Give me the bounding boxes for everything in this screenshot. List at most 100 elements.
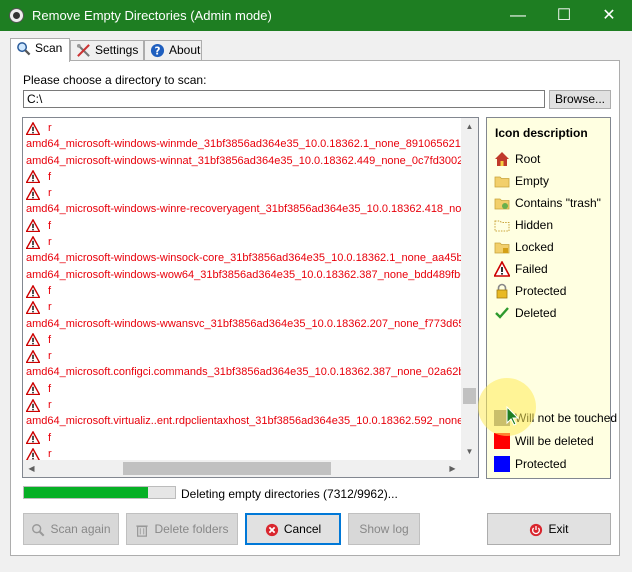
log-line[interactable]: f: [26, 218, 462, 234]
warning-icon: [26, 333, 40, 347]
magnifier-icon: [32, 523, 45, 537]
tab-scan[interactable]: Scan: [10, 38, 70, 62]
scroll-corner: [461, 460, 478, 477]
folder-locked-icon: [494, 242, 510, 254]
warning-icon: [26, 447, 40, 460]
log-line[interactable]: amd64_microsoft-windows-winnat_31bf3856a…: [26, 153, 462, 169]
house-icon: [495, 152, 509, 166]
warning-icon: [26, 431, 40, 445]
log-line-text: amd64_microsoft-windows-winre-recoveryag…: [26, 203, 462, 216]
progress-status-text: Deleting empty directories (7312/9962)..…: [181, 487, 398, 501]
warning-icon: [26, 284, 40, 298]
log-line[interactable]: amd64_microsoft.virtualiz..ent.rdpclient…: [26, 413, 462, 429]
window-title: Remove Empty Directories (Admin mode): [32, 8, 272, 23]
warning-icon: [26, 398, 40, 412]
log-line[interactable]: f: [26, 283, 462, 299]
log-line[interactable]: amd64_microsoft-windows-wwansvc_31bf3856…: [26, 316, 462, 332]
log-line[interactable]: f: [26, 169, 462, 185]
log-line-text: r: [48, 187, 52, 200]
horizontal-scrollbar[interactable]: ◀ ▶: [23, 460, 461, 477]
log-line-text: amd64_microsoft-windows-wwansvc_31bf3856…: [26, 317, 462, 330]
log-line[interactable]: amd64_microsoft-windows-wow64_31bf3856ad…: [26, 267, 462, 283]
log-line-text: r: [48, 350, 52, 363]
horizontal-scroll-thumb[interactable]: [123, 462, 331, 475]
log-line[interactable]: r: [26, 299, 462, 315]
title-bar[interactable]: Remove Empty Directories (Admin mode) — …: [0, 0, 632, 31]
warning-icon: [26, 300, 40, 314]
log-line-text: r: [48, 399, 52, 412]
warning-icon: [26, 121, 40, 135]
log-line[interactable]: f: [26, 332, 462, 348]
log-line-text: amd64_microsoft-windows-winnat_31bf3856a…: [26, 154, 462, 167]
log-line[interactable]: r: [26, 397, 462, 413]
folder-hidden-icon: [494, 220, 510, 232]
legend-title: Icon description: [495, 126, 588, 140]
directory-input[interactable]: [23, 90, 545, 108]
log-line-text: amd64_microsoft.virtualiz..ent.rdpclient…: [26, 415, 462, 428]
log-line-text: r: [48, 447, 52, 460]
maximize-button[interactable]: ☐: [541, 0, 587, 31]
log-line[interactable]: r: [26, 185, 462, 201]
warning-icon: [26, 349, 40, 363]
log-line-text: f: [48, 219, 52, 232]
show-log-button[interactable]: Show log: [348, 513, 420, 545]
cancel-button[interactable]: Cancel: [245, 513, 341, 545]
log-line[interactable]: r: [26, 348, 462, 364]
checkmark-icon: [495, 307, 509, 319]
choose-directory-label: Please choose a directory to scan:: [23, 73, 207, 87]
minimize-button[interactable]: —: [495, 0, 541, 31]
warning-icon: [26, 186, 40, 200]
vertical-scroll-thumb[interactable]: [463, 388, 476, 404]
progress-fill: [24, 487, 149, 498]
exit-button[interactable]: Exit: [487, 513, 611, 545]
scroll-right-arrow-icon[interactable]: ▶: [444, 460, 461, 477]
trash-icon: [136, 525, 149, 537]
vertical-scrollbar[interactable]: ▲ ▼: [461, 118, 478, 460]
warning-icon: [26, 219, 40, 233]
tab-settings[interactable]: Settings: [70, 40, 144, 60]
log-line[interactable]: f: [26, 381, 462, 397]
log-line[interactable]: r: [26, 446, 462, 460]
tools-icon: [76, 43, 90, 57]
log-line-text: f: [48, 170, 52, 183]
warning-icon: [494, 261, 510, 277]
scroll-down-arrow-icon[interactable]: ▼: [461, 443, 478, 460]
folder-empty-icon: [494, 176, 510, 188]
log-line-text: r: [48, 122, 52, 134]
scroll-up-arrow-icon[interactable]: ▲: [461, 118, 478, 135]
log-line-text: amd64_microsoft-windows-winmde_31bf3856a…: [26, 138, 462, 151]
log-line-text: amd64_microsoft-windows-wow64_31bf3856ad…: [26, 268, 462, 281]
log-line-text: f: [48, 431, 52, 444]
log-line[interactable]: r: [26, 120, 462, 136]
lock-icon: [496, 283, 508, 299]
scroll-left-arrow-icon[interactable]: ◀: [23, 460, 40, 477]
color-swatch-blue: [494, 456, 510, 472]
log-line[interactable]: amd64_microsoft-windows-winmde_31bf3856a…: [26, 136, 462, 152]
delete-folders-button[interactable]: Delete folders: [126, 513, 238, 545]
warning-icon: [26, 170, 40, 184]
close-button[interactable]: ✕: [586, 0, 632, 31]
log-line[interactable]: f: [26, 430, 462, 446]
folder-trash-icon: [494, 198, 510, 210]
progress-bar: [23, 486, 176, 499]
scan-again-button[interactable]: Scan again: [23, 513, 119, 545]
warning-icon: [26, 382, 40, 396]
cancel-icon: [265, 523, 278, 536]
svg-text:?: ?: [155, 45, 161, 57]
log-line-text: f: [48, 284, 52, 297]
log-line[interactable]: amd64_microsoft-windows-winsock-core_31b…: [26, 250, 462, 266]
log-line-text: amd64_microsoft-windows-winsock-core_31b…: [26, 252, 462, 265]
browse-button[interactable]: Browse...: [549, 90, 611, 109]
warning-icon: [26, 235, 40, 249]
log-line[interactable]: amd64_microsoft-windows-winre-recoveryag…: [26, 201, 462, 217]
log-line[interactable]: amd64_microsoft.configci.commands_31bf38…: [26, 364, 462, 380]
log-line[interactable]: r: [26, 234, 462, 250]
magnifier-icon: [17, 42, 31, 56]
mouse-pointer-icon: [506, 406, 520, 426]
scan-log-list[interactable]: r amd64_microsoft-windows-winmde_31bf3856…: [22, 117, 479, 478]
tab-scan-label: Scan: [35, 41, 63, 55]
tab-about[interactable]: ? About: [144, 40, 202, 60]
log-line-text: r: [48, 301, 52, 314]
log-lines: r amd64_microsoft-windows-winmde_31bf3856…: [26, 120, 462, 460]
power-icon: [530, 523, 543, 536]
